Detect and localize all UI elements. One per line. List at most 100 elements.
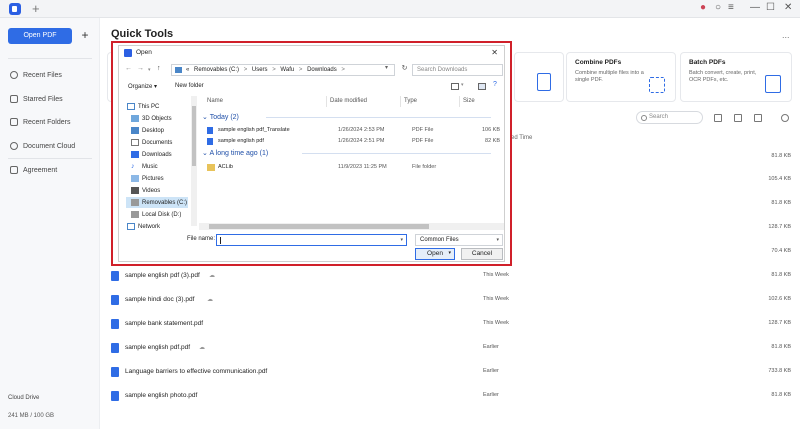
- refresh-icon[interactable]: [781, 114, 789, 122]
- table-row[interactable]: sample bank statement.pdf This Week 128.…: [111, 318, 791, 330]
- address-bar[interactable]: « Removables (C:) > Users > Wafu > Downl…: [171, 64, 395, 76]
- view-dropdown-icon[interactable]: ▾: [461, 82, 464, 88]
- cloud-icon[interactable]: ☁: [199, 344, 205, 351]
- scrollbar-thumb[interactable]: [192, 106, 196, 166]
- nav-item-3d-objects[interactable]: 3D Objects: [131, 113, 172, 124]
- sidebar-item-recent-folders[interactable]: Recent Folders: [10, 116, 70, 128]
- nav-item-removables[interactable]: Removables (C:): [126, 197, 188, 208]
- file-search-input[interactable]: Search: [636, 111, 703, 124]
- recent-locations-icon[interactable]: ▾: [148, 67, 151, 73]
- nav-item-local-disk[interactable]: Local Disk (D:): [131, 209, 181, 220]
- nav-pane-scrollbar[interactable]: [191, 96, 197, 226]
- pdf-file-icon: [111, 295, 119, 305]
- dialog-titlebar: Open ✕: [119, 46, 504, 60]
- group-header-long-time-ago[interactable]: ⌄ A long time ago (1): [202, 149, 492, 157]
- nav-item-documents[interactable]: Documents: [131, 137, 172, 148]
- sidebar-item-recent-files[interactable]: Recent Files: [10, 69, 62, 81]
- cloud-icon[interactable]: ☁: [207, 296, 213, 303]
- cancel-button[interactable]: Cancel: [461, 248, 503, 260]
- up-arrow-icon[interactable]: ↑: [157, 65, 161, 72]
- sidebar-item-document-cloud[interactable]: Document Cloud: [10, 140, 75, 152]
- breadcrumb-wafu[interactable]: Wafu: [280, 67, 294, 73]
- breadcrumb-removables[interactable]: Removables (C:): [194, 67, 239, 73]
- cloud-icon[interactable]: ☁: [209, 272, 215, 279]
- tool-card-partial[interactable]: [514, 52, 564, 102]
- grid-view-icon[interactable]: [734, 114, 742, 122]
- table-row[interactable]: sample english photo.pdf Earlier 81.8 KB: [111, 390, 791, 402]
- organize-button[interactable]: Organize ▾: [128, 83, 157, 90]
- sidebar-item-starred-files[interactable]: Starred Files: [10, 93, 63, 105]
- file-row[interactable]: sample english pdf_Translate 1/26/2024 2…: [207, 126, 502, 136]
- minimize-icon[interactable]: —: [750, 2, 760, 13]
- column-divider[interactable]: [326, 96, 327, 107]
- notification-icon[interactable]: ○: [715, 2, 721, 13]
- open-pdf-button[interactable]: Open PDF: [8, 28, 72, 44]
- breadcrumb-separator[interactable]: >: [272, 67, 276, 73]
- search-downloads-input[interactable]: Search Downloads: [412, 64, 503, 76]
- breadcrumb-separator[interactable]: >: [299, 67, 303, 73]
- breadcrumb-users[interactable]: Users: [252, 67, 268, 73]
- table-row[interactable]: sample english pdf.pdf ☁ Earlier 81.8 KB: [111, 342, 791, 354]
- nav-item-videos[interactable]: Videos: [131, 185, 160, 196]
- forward-arrow-icon[interactable]: →: [137, 65, 144, 72]
- delete-icon[interactable]: [754, 114, 762, 122]
- column-header-date[interactable]: Date modified: [330, 98, 367, 104]
- scrollbar-thumb[interactable]: [209, 224, 429, 229]
- nav-item-music[interactable]: ♪ Music: [131, 161, 158, 172]
- tool-card-combine-pdfs[interactable]: Combine PDFs Combine multiple files into…: [566, 52, 676, 102]
- more-options-icon[interactable]: ...: [782, 30, 790, 40]
- nav-item-pictures[interactable]: Pictures: [131, 173, 164, 184]
- file-name-input[interactable]: ▾: [216, 234, 407, 246]
- new-tab-button[interactable]: +: [32, 1, 40, 16]
- refresh-icon[interactable]: ↻: [400, 64, 409, 76]
- filter-icon[interactable]: [714, 114, 722, 122]
- table-row[interactable]: sample english pdf (3).pdf ☁ This Week 8…: [111, 270, 791, 282]
- path-overflow[interactable]: «: [186, 67, 189, 73]
- file-row[interactable]: ACLib 11/9/2023 11:25 PM File folder: [207, 163, 502, 173]
- sidebar-item-agreement[interactable]: Agreement: [10, 164, 57, 176]
- dialog-toolbar: Organize ▾ New folder ▾ ?: [119, 81, 504, 93]
- column-header-time[interactable]: ed Time: [511, 135, 532, 141]
- nav-item-downloads[interactable]: Downloads: [131, 149, 172, 160]
- file-size: 82 KB: [485, 138, 500, 144]
- column-divider[interactable]: [400, 96, 401, 107]
- file-row[interactable]: sample english pdf 1/26/2024 2:51 PM PDF…: [207, 137, 502, 147]
- address-dropdown-icon[interactable]: ▾: [385, 64, 388, 71]
- file-type-select[interactable]: Common Files ▾: [415, 234, 503, 246]
- maximize-icon[interactable]: ☐: [766, 2, 775, 13]
- nav-item-this-pc[interactable]: This PC: [127, 101, 159, 112]
- menu-icon[interactable]: ≡: [728, 2, 734, 13]
- star-icon: [10, 95, 18, 103]
- nav-item-label: Network: [138, 223, 161, 230]
- back-arrow-icon[interactable]: ←: [125, 65, 132, 72]
- breadcrumb-separator[interactable]: >: [341, 67, 345, 73]
- close-icon[interactable]: ✕: [491, 48, 498, 57]
- column-header-type[interactable]: Type: [404, 98, 417, 104]
- nav-item-network[interactable]: Network: [127, 221, 160, 230]
- help-icon[interactable]: ?: [493, 81, 497, 88]
- file-list-scrollbar[interactable]: [199, 223, 504, 230]
- file-time: This Week: [483, 320, 509, 326]
- column-header-name[interactable]: Name: [207, 98, 223, 104]
- close-window-icon[interactable]: ✕: [784, 2, 792, 13]
- view-options-icon[interactable]: [451, 83, 459, 90]
- nav-item-desktop[interactable]: Desktop: [131, 125, 164, 136]
- column-divider[interactable]: [459, 96, 460, 107]
- column-header-size[interactable]: Size: [463, 98, 475, 104]
- cloud-drive-label[interactable]: Cloud Drive: [8, 395, 39, 401]
- pdf-file-icon: [111, 319, 119, 329]
- chevron-down-icon[interactable]: ▾: [448, 249, 451, 258]
- table-row[interactable]: sample hindi doc (3).pdf ☁ This Week 102…: [111, 294, 791, 306]
- tool-card-batch-pdfs[interactable]: Batch PDFs Batch convert, create, print,…: [680, 52, 792, 102]
- preview-pane-icon[interactable]: [478, 83, 486, 90]
- table-row[interactable]: Language barriers to effective communica…: [111, 366, 791, 378]
- breadcrumb-downloads[interactable]: Downloads: [307, 67, 337, 73]
- add-button[interactable]: +: [78, 28, 92, 44]
- pictures-icon: [131, 175, 139, 182]
- breadcrumb-separator[interactable]: >: [244, 67, 248, 73]
- group-header-today[interactable]: ⌄ Today (2): [202, 113, 492, 121]
- chevron-down-icon[interactable]: ▾: [400, 237, 403, 243]
- avatar-icon[interactable]: ●: [700, 2, 706, 13]
- open-button[interactable]: Open ▾: [415, 248, 455, 260]
- new-folder-button[interactable]: New folder: [175, 83, 204, 89]
